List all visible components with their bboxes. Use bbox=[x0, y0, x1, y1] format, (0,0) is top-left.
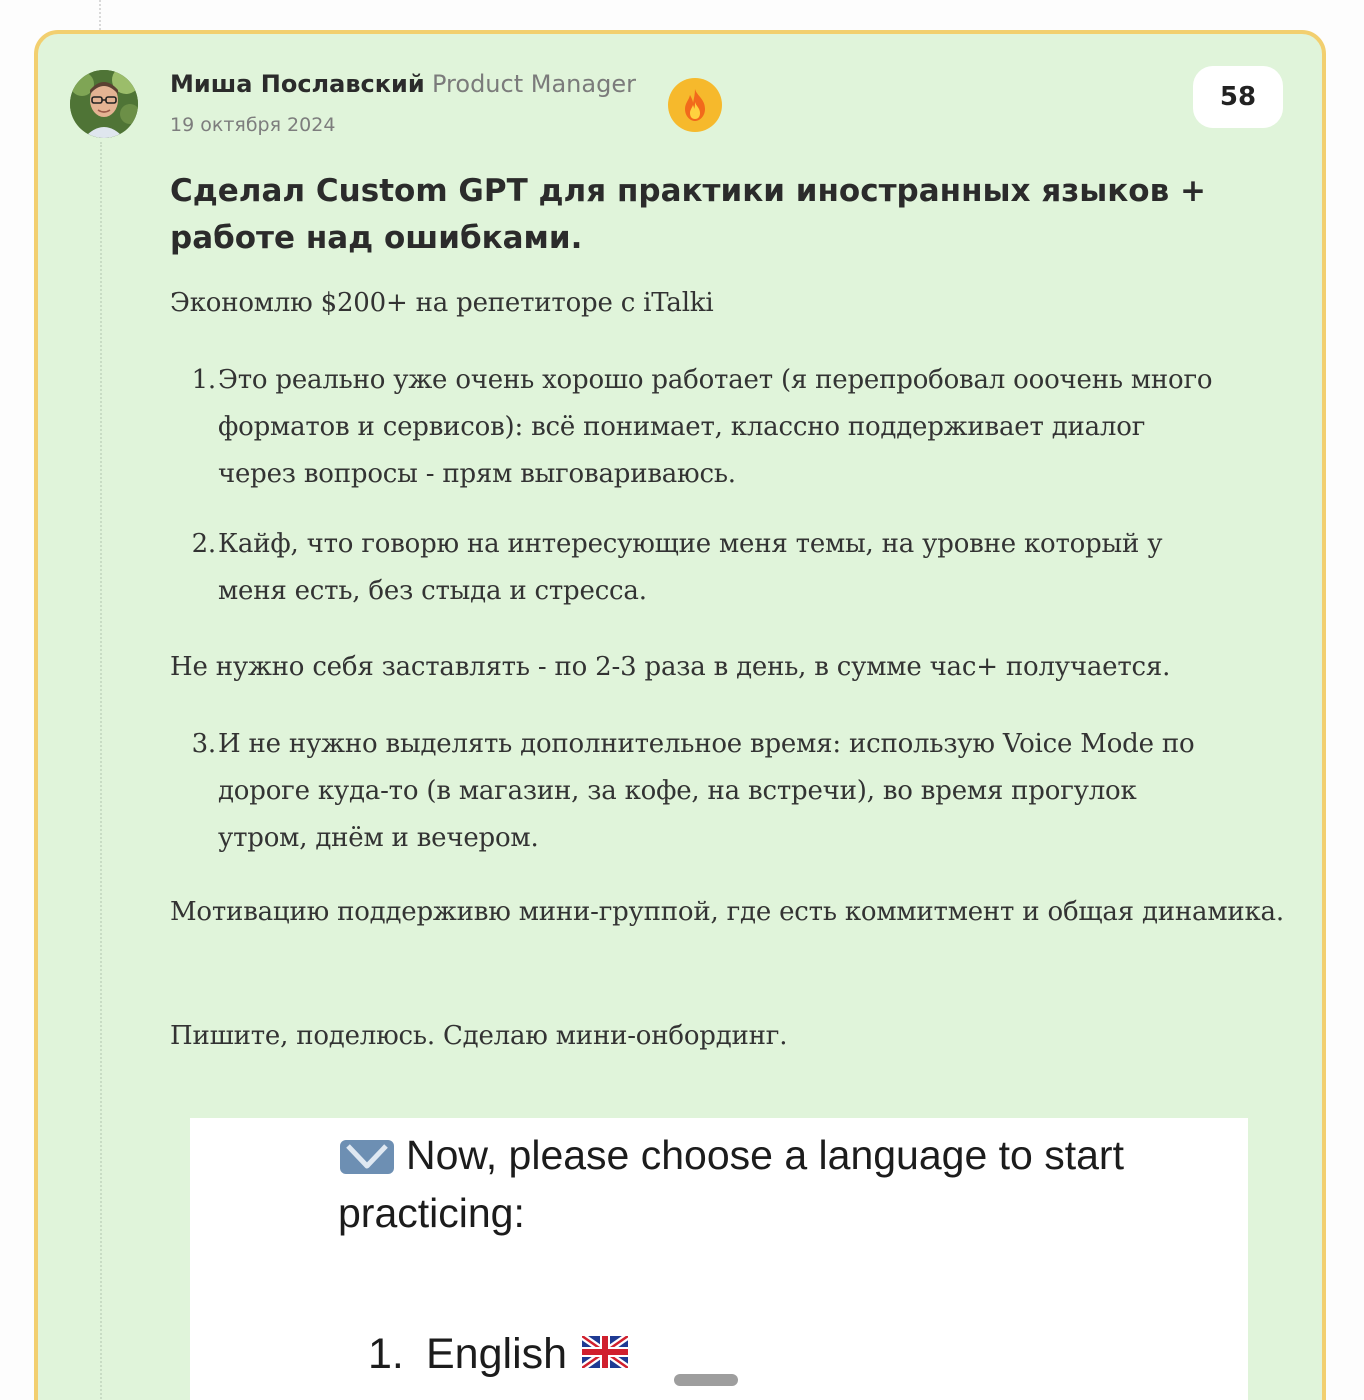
post-closing: Пишите, поделюсь. Сделаю мини-онбординг. bbox=[170, 1021, 788, 1051]
list-item-number: 1. bbox=[191, 365, 217, 395]
list-item-number: 3. bbox=[191, 729, 217, 759]
post-date: 19 октября 2024 bbox=[170, 114, 336, 136]
language-option-number: 1. bbox=[368, 1330, 404, 1378]
uk-flag-icon bbox=[582, 1336, 628, 1368]
fire-badge bbox=[668, 78, 722, 132]
author-role: Product Manager bbox=[432, 70, 636, 98]
post-paragraph: Мотивацию поддерживю мини-группой, где е… bbox=[170, 897, 1284, 927]
list-item-text: Кайф, что говорю на интересующие меня те… bbox=[218, 529, 1163, 606]
avatar-image bbox=[70, 70, 138, 138]
list-item: 2. Кайф, что говорю на интересующие меня… bbox=[186, 521, 1216, 615]
list-item-text: И не нужно выделять дополнительное время… bbox=[218, 729, 1195, 853]
page: Миша Пославский Product Manager 19 октяб… bbox=[0, 0, 1364, 1400]
list-item-number: 2. bbox=[191, 529, 217, 559]
language-option: 1. English bbox=[368, 1330, 567, 1379]
upvote-count-button[interactable]: 58 bbox=[1193, 66, 1283, 128]
post-intro: Экономлю $200+ на репетиторе с iTalki bbox=[170, 288, 714, 318]
thread-line bbox=[99, 0, 101, 30]
language-option-label: English bbox=[426, 1330, 568, 1378]
thread-line bbox=[100, 142, 102, 1400]
post-paragraph: Не нужно себя заставлять - по 2-3 раза в… bbox=[170, 652, 1171, 682]
list-item: 1. Это реально уже очень хорошо работает… bbox=[186, 357, 1216, 498]
post-card: Миша Пославский Product Manager 19 октяб… bbox=[34, 30, 1326, 1400]
author-name[interactable]: Миша Пославский bbox=[170, 70, 425, 98]
embedded-screenshot[interactable]: Now, please choose a language to start p… bbox=[190, 1118, 1248, 1400]
avatar[interactable] bbox=[70, 70, 138, 138]
list-item-text: Это реально уже очень хорошо работает (я… bbox=[218, 365, 1213, 489]
list-item: 3. И не нужно выделять дополнительное вр… bbox=[186, 721, 1216, 862]
post-title[interactable]: Сделал Custom GPT для практики иностранн… bbox=[170, 168, 1220, 262]
fire-icon bbox=[685, 89, 705, 121]
embed-prompt-text: Now, please choose a language to start p… bbox=[338, 1132, 1124, 1236]
scroll-handle[interactable] bbox=[674, 1374, 738, 1386]
